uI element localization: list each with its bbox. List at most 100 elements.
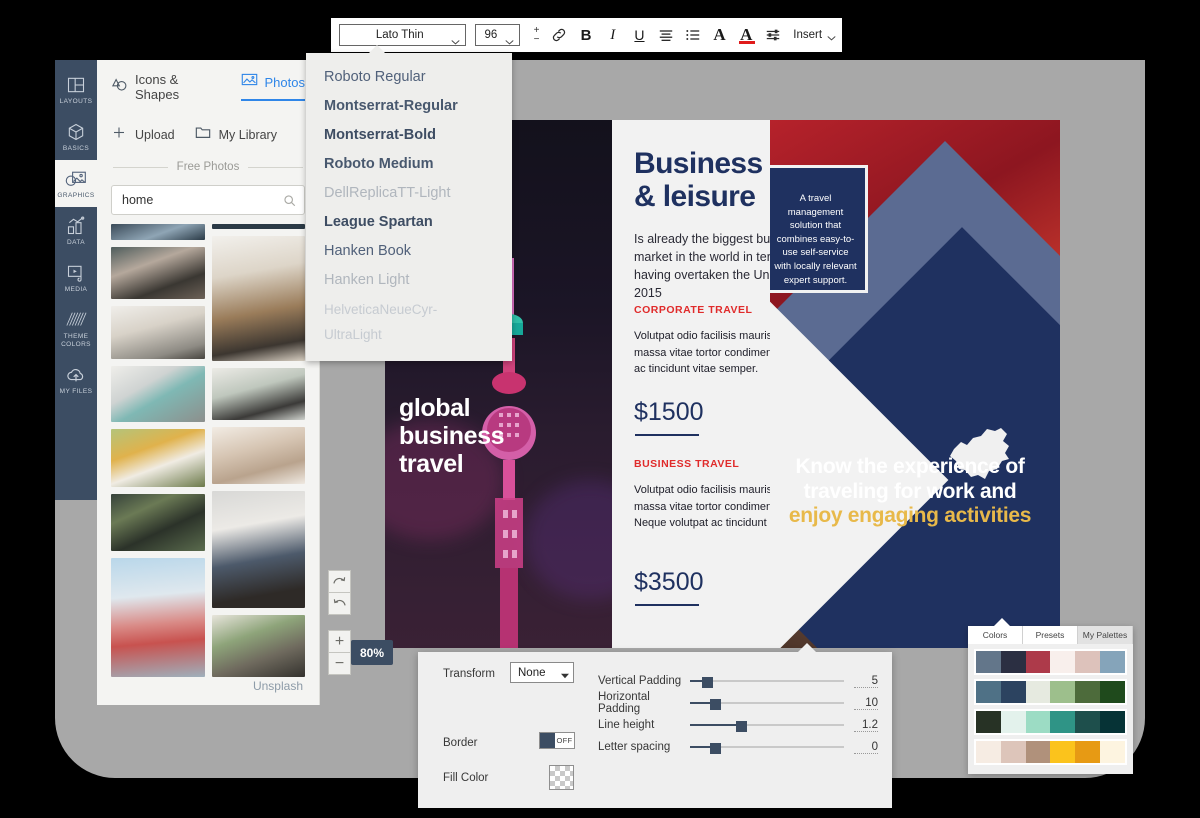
color-swatch[interactable] xyxy=(1100,741,1125,763)
photo-thumbnail[interactable] xyxy=(111,493,205,552)
color-swatch[interactable] xyxy=(1100,681,1125,703)
color-swatch[interactable] xyxy=(1075,651,1101,673)
underline-button[interactable]: U xyxy=(626,22,653,48)
font-menu-item[interactable]: DellReplicaTT-Light xyxy=(306,179,512,208)
sidebar-item-media[interactable]: MEDIA xyxy=(55,254,97,301)
tab-icons-shapes[interactable]: Icons & Shapes xyxy=(111,72,219,109)
search-input[interactable] xyxy=(122,193,283,207)
color-swatch[interactable] xyxy=(976,651,1001,673)
document-callout-box[interactable]: A travel management solution that combin… xyxy=(770,165,868,293)
color-swatch[interactable] xyxy=(976,741,1001,763)
color-swatch[interactable] xyxy=(1025,681,1051,703)
font-menu-item[interactable]: Montserrat-Bold xyxy=(306,121,512,150)
tab-photos[interactable]: Photos xyxy=(240,72,305,101)
color-swatch[interactable] xyxy=(1000,711,1026,733)
tab-colors[interactable]: Colors xyxy=(968,626,1023,644)
slider-vertical-padding[interactable]: Vertical Padding 5 xyxy=(598,670,878,692)
sidebar-item-basics[interactable]: BASICS xyxy=(55,113,97,160)
color-swatch[interactable] xyxy=(1075,681,1101,703)
tab-presets[interactable]: Presets xyxy=(1023,626,1078,644)
slider-knob[interactable] xyxy=(735,721,747,732)
font-size-select[interactable]: 96 xyxy=(475,24,520,46)
font-menu-item[interactable]: Hanken Light xyxy=(306,266,512,295)
font-menu-item[interactable]: Roboto Regular xyxy=(306,63,512,92)
color-swatch[interactable] xyxy=(1050,711,1076,733)
color-swatch[interactable] xyxy=(1000,681,1026,703)
slider-knob[interactable] xyxy=(701,677,713,688)
sidebar-item-my-files[interactable]: MY FILES xyxy=(55,356,97,403)
color-swatch[interactable] xyxy=(1050,681,1076,703)
section-label-corporate[interactable]: CORPORATE TRAVEL xyxy=(634,304,752,316)
photo-thumbnail[interactable] xyxy=(111,558,205,677)
slider-knob[interactable] xyxy=(709,743,721,754)
list-button[interactable] xyxy=(680,22,707,48)
font-menu-item[interactable]: Montserrat-Regular xyxy=(306,92,512,121)
color-swatch[interactable] xyxy=(1025,651,1051,673)
font-menu-item[interactable]: HelveticaNeueCyr-UltraLight xyxy=(306,295,512,349)
zoom-out-button[interactable]: − xyxy=(328,652,351,675)
photo-thumbnail[interactable] xyxy=(211,427,305,484)
color-swatch[interactable] xyxy=(1075,741,1101,763)
sidebar-item-graphics[interactable]: GRAPHICS xyxy=(55,160,97,207)
transform-select[interactable]: None xyxy=(510,662,574,683)
palette-row[interactable] xyxy=(974,739,1127,765)
color-swatch[interactable] xyxy=(1100,651,1125,673)
color-swatch[interactable] xyxy=(1025,711,1051,733)
unsplash-credit[interactable]: Unsplash xyxy=(253,679,303,693)
slider-letter-spacing[interactable]: Letter spacing 0 xyxy=(598,736,878,758)
tab-my-palettes[interactable]: My Palettes xyxy=(1078,626,1133,644)
slider-line-height[interactable]: Line height 1.2 xyxy=(598,714,878,736)
text-style-button[interactable]: A xyxy=(706,22,733,48)
font-family-select[interactable]: Lato Thin xyxy=(339,24,467,46)
upload-button[interactable]: Upload xyxy=(111,125,175,145)
palette-row[interactable] xyxy=(974,679,1127,705)
fill-color-swatch[interactable] xyxy=(549,765,574,790)
palette-row[interactable] xyxy=(974,649,1127,675)
document-know-block[interactable]: Know the experience of traveling for wor… xyxy=(776,455,1044,529)
photo-thumbnail[interactable] xyxy=(111,428,205,487)
photo-thumbnail[interactable] xyxy=(111,306,205,359)
slider-track[interactable] xyxy=(690,718,844,732)
link-button[interactable] xyxy=(546,22,573,48)
bold-button[interactable]: B xyxy=(573,22,600,48)
slider-track[interactable] xyxy=(690,696,844,710)
sidebar-item-layouts[interactable]: LAYOUTS xyxy=(55,66,97,113)
text-settings-button[interactable] xyxy=(760,22,787,48)
photo-thumbnail[interactable] xyxy=(211,235,305,361)
color-swatch[interactable] xyxy=(1050,651,1076,673)
photo-thumbnail[interactable] xyxy=(111,224,205,241)
italic-button[interactable]: I xyxy=(599,22,626,48)
font-menu-item[interactable]: Roboto Medium xyxy=(306,150,512,179)
section-price-business[interactable]: $3500 xyxy=(634,568,704,597)
stepper-minus-icon[interactable]: − xyxy=(534,35,540,45)
photo-thumbnail[interactable] xyxy=(111,247,205,300)
color-swatch[interactable] xyxy=(1075,711,1101,733)
slider-knob[interactable] xyxy=(709,699,721,710)
section-label-business[interactable]: BUSINESS TRAVEL xyxy=(634,458,739,470)
color-swatch[interactable] xyxy=(1025,741,1051,763)
insert-menu[interactable]: Insert xyxy=(793,29,836,41)
slider-horizontal-padding[interactable]: Horizontal Padding 10 xyxy=(598,691,878,715)
redo-button[interactable] xyxy=(328,592,351,615)
section-price-corporate[interactable]: $1500 xyxy=(634,398,704,427)
color-swatch[interactable] xyxy=(1000,651,1026,673)
document-photo-heading[interactable]: global business travel xyxy=(399,394,505,478)
my-library-button[interactable]: My Library xyxy=(195,125,277,145)
border-toggle[interactable]: OFF xyxy=(539,732,575,749)
photo-thumbnail[interactable] xyxy=(111,365,205,422)
undo-button[interactable] xyxy=(328,570,351,593)
align-button[interactable] xyxy=(653,22,680,48)
color-swatch[interactable] xyxy=(976,711,1001,733)
document-title[interactable]: Business & leisure xyxy=(634,147,763,213)
search-icon[interactable] xyxy=(283,194,296,207)
photo-thumbnail[interactable] xyxy=(211,614,305,677)
photo-thumbnail[interactable] xyxy=(211,224,305,229)
photo-thumbnail[interactable] xyxy=(211,367,305,421)
font-size-stepper[interactable]: + − xyxy=(527,26,546,45)
font-menu-item[interactable]: Hanken Book xyxy=(306,237,512,266)
photo-thumbnail[interactable] xyxy=(211,490,305,608)
search-box[interactable] xyxy=(111,185,305,215)
sidebar-item-data[interactable]: DATA xyxy=(55,207,97,254)
color-swatch[interactable] xyxy=(1000,741,1026,763)
font-family-dropdown[interactable]: Roboto Regular Montserrat-Regular Montse… xyxy=(306,45,512,361)
